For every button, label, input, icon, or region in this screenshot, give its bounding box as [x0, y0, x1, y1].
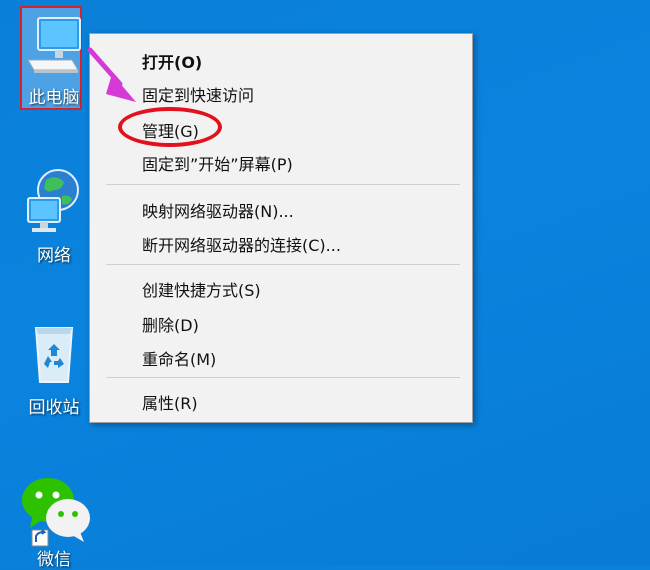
menu-separator [106, 264, 460, 265]
desktop-icon-wechat[interactable]: 微信 [18, 470, 94, 570]
highlight-ellipse [118, 107, 222, 147]
menu-item-create-shortcut[interactable]: 创建快捷方式(S) [142, 277, 261, 301]
computer-icon [27, 17, 81, 73]
desktop-icon-this-pc[interactable]: 此电脑 [18, 6, 94, 112]
desktop: { "desktop": { "icons": [ {"label": "此电脑… [0, 0, 650, 570]
desktop-icon-label: 网络 [37, 246, 71, 266]
menu-item-properties[interactable]: 属性(R) [142, 390, 198, 414]
menu-item-disconnect-network-drive[interactable]: 断开网络驱动器的连接(C)... [142, 232, 341, 256]
desktop-icon-network[interactable]: 网络 [18, 164, 94, 266]
menu-item-pin-start[interactable]: 固定到”开始”屏幕(P) [142, 151, 293, 175]
menu-separator [106, 184, 460, 185]
wechat-icon [22, 478, 90, 547]
menu-separator [106, 377, 460, 378]
pointer-arrow-icon [87, 47, 136, 102]
desktop-icon-label: 回收站 [28, 398, 80, 418]
context-menu: 打开(O) 固定到快速访问 管理(G) 固定到”开始”屏幕(P) 映射网络驱动器… [89, 33, 473, 423]
menu-item-rename[interactable]: 重命名(M) [142, 346, 216, 370]
menu-item-map-network-drive[interactable]: 映射网络驱动器(N)... [142, 198, 294, 222]
menu-item-pin-quick-access[interactable]: 固定到快速访问 [142, 82, 254, 106]
desktop-icon-label: 微信 [37, 550, 71, 570]
menu-item-open[interactable]: 打开(O) [142, 49, 202, 73]
recycle-bin-icon [34, 327, 74, 383]
desktop-icon-label: 此电脑 [28, 88, 80, 108]
network-icon [27, 169, 79, 232]
menu-item-delete[interactable]: 删除(D) [142, 312, 199, 336]
desktop-icon-recycle-bin[interactable]: 回收站 [18, 318, 94, 422]
